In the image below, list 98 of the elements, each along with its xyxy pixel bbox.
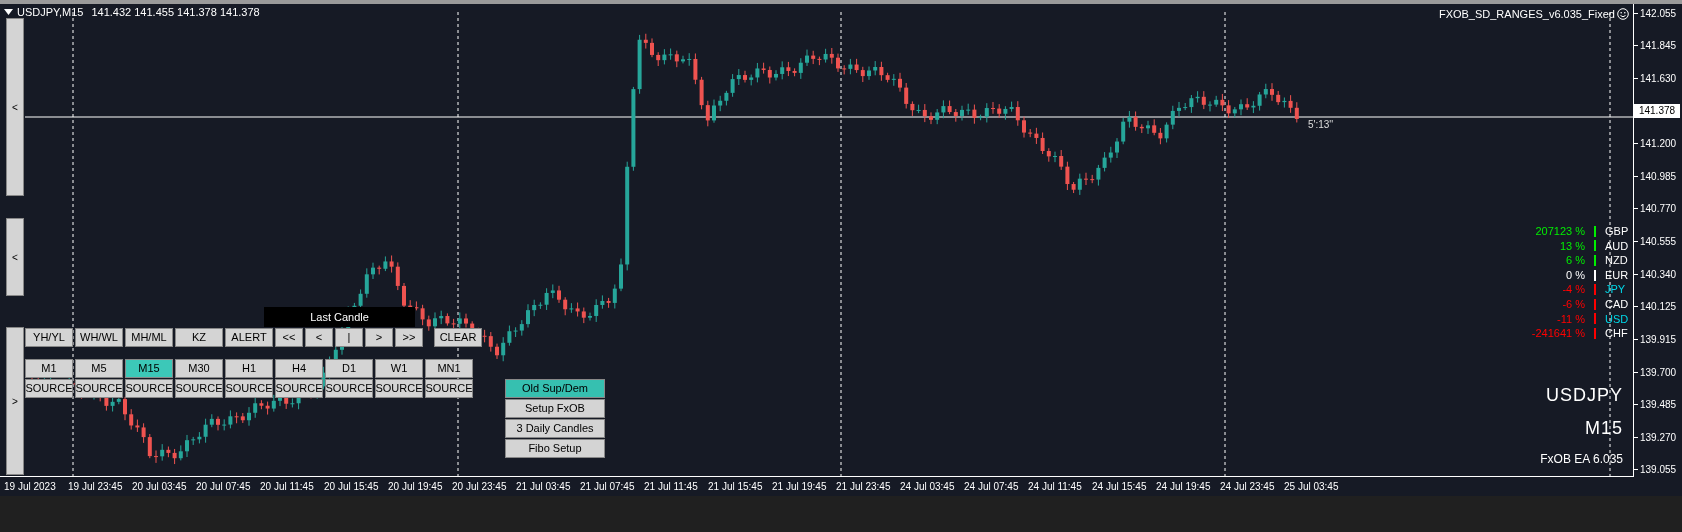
- version-text: FxOB EA 6.035: [1540, 451, 1623, 468]
- price-label: 142.055: [1640, 6, 1677, 21]
- time-label: 20 Jul 15:45: [324, 481, 379, 492]
- price-label: 139.700: [1640, 365, 1677, 380]
- menu-button[interactable]: Setup FxOB: [505, 399, 605, 418]
- strength-value: -241641 %: [1531, 326, 1585, 341]
- side-panel-button[interactable]: >: [6, 327, 24, 475]
- side-panel-button[interactable]: <: [6, 218, 24, 296]
- source-button[interactable]: SOURCE: [275, 379, 323, 398]
- time-label: 24 Jul 03:45: [900, 481, 955, 492]
- currency-code: CAD: [1605, 296, 1627, 312]
- time-label: 21 Jul 07:45: [580, 481, 635, 492]
- tool-button[interactable]: <: [305, 328, 333, 347]
- price-label: 140.985: [1640, 169, 1677, 184]
- time-label: 19 Jul 2023: [4, 481, 56, 492]
- timeframe-button[interactable]: M15: [125, 359, 173, 378]
- price-label: 139.270: [1640, 430, 1677, 445]
- time-label: 20 Jul 11:45: [260, 481, 314, 492]
- currency-code: USD: [1605, 311, 1627, 327]
- currency-code: NZD: [1605, 253, 1627, 268]
- current-price-label: 141.378: [1634, 103, 1680, 118]
- source-button[interactable]: SOURCE: [25, 379, 73, 398]
- time-label: 24 Jul 23:45: [1220, 481, 1275, 492]
- time-label: 21 Jul 15:45: [708, 481, 763, 492]
- tool-button[interactable]: WH/WL: [75, 328, 123, 347]
- tool-button[interactable]: >>: [395, 328, 423, 347]
- price-label: 140.340: [1640, 267, 1677, 282]
- strength-value: 6 %: [1566, 253, 1585, 268]
- time-label: 20 Jul 03:45: [132, 481, 187, 492]
- price-label: 141.200: [1640, 137, 1677, 152]
- time-label: 21 Jul 19:45: [772, 481, 827, 492]
- strength-value: -6 %: [1562, 296, 1585, 312]
- source-button[interactable]: SOURCE: [425, 379, 473, 398]
- time-label: 20 Jul 19:45: [388, 481, 443, 492]
- tool-button[interactable]: YH/YL: [25, 328, 73, 347]
- timeframe-button[interactable]: M30: [175, 359, 223, 378]
- price-label: 139.915: [1640, 332, 1677, 347]
- tool-button[interactable]: <<: [275, 328, 303, 347]
- timeframe-button[interactable]: MN1: [425, 359, 473, 378]
- time-label: 24 Jul 07:45: [964, 481, 1019, 492]
- price-label: 139.055: [1640, 463, 1677, 478]
- countdown-text: 5':13'': [1308, 118, 1334, 132]
- last-candle-label: Last Candle: [264, 307, 415, 327]
- strength-value: 207123 %: [1535, 224, 1585, 239]
- timeframe-button[interactable]: H1: [225, 359, 273, 378]
- indicator-name: FXOB_SD_RANGES_v6.035_Fixed: [1438, 7, 1615, 22]
- currency-code: CHF: [1605, 326, 1627, 341]
- tool-button[interactable]: KZ: [175, 328, 223, 347]
- timeframe-button[interactable]: H4: [275, 359, 323, 378]
- time-label: 21 Jul 11:45: [644, 481, 698, 492]
- menu-button[interactable]: 3 Daily Candles: [505, 419, 605, 438]
- time-label: 21 Jul 23:45: [836, 481, 891, 492]
- dropdown-icon[interactable]: [4, 9, 13, 16]
- timeframe-button[interactable]: M1: [25, 359, 73, 378]
- side-panel-button[interactable]: <: [6, 18, 24, 196]
- source-button[interactable]: SOURCE: [125, 379, 173, 398]
- timeframe-overlay: M15: [1585, 417, 1623, 440]
- strength-value: 13 %: [1559, 238, 1585, 254]
- price-label: 141.845: [1640, 39, 1677, 54]
- time-label: 19 Jul 23:45: [68, 481, 123, 492]
- time-label: 20 Jul 07:45: [196, 481, 251, 492]
- price-label: 141.630: [1640, 71, 1677, 86]
- time-label: 25 Jul 03:45: [1284, 481, 1339, 492]
- symbol-overlay: USDJPY: [1546, 384, 1623, 407]
- strength-value: -4 %: [1562, 282, 1585, 297]
- currency-code: EUR: [1605, 267, 1627, 283]
- symbol-label: USDJPY,M15: [17, 5, 84, 20]
- time-label: 20 Jul 23:45: [452, 481, 507, 492]
- source-button[interactable]: SOURCE: [375, 379, 423, 398]
- price-label: 140.555: [1640, 235, 1677, 249]
- smiley-icon: [1617, 8, 1629, 21]
- source-button[interactable]: SOURCE: [175, 379, 223, 398]
- source-button[interactable]: SOURCE: [225, 379, 273, 398]
- time-label: 24 Jul 19:45: [1156, 481, 1211, 492]
- tool-button[interactable]: >: [365, 328, 393, 347]
- timeframe-button[interactable]: W1: [375, 359, 423, 378]
- source-button[interactable]: SOURCE: [75, 379, 123, 398]
- price-label: 140.125: [1640, 300, 1677, 315]
- menu-button[interactable]: Fibo Setup: [505, 439, 605, 458]
- currency-code: GBP: [1605, 224, 1627, 239]
- tool-button[interactable]: |: [335, 328, 363, 347]
- time-label: 21 Jul 03:45: [516, 481, 571, 492]
- timeframe-button[interactable]: M5: [75, 359, 123, 378]
- quote-text: 141.432 141.455 141.378 141.378: [91, 5, 260, 20]
- tool-button[interactable]: MH/ML: [125, 328, 173, 347]
- time-label: 24 Jul 15:45: [1092, 481, 1147, 492]
- source-button[interactable]: SOURCE: [325, 379, 373, 398]
- price-label: 139.485: [1640, 398, 1677, 413]
- strength-value: -11 %: [1557, 311, 1585, 327]
- menu-button[interactable]: Old Sup/Dem: [505, 379, 605, 398]
- strength-value: 0 %: [1566, 267, 1585, 283]
- price-label: 140.770: [1640, 202, 1677, 217]
- clear-button[interactable]: CLEAR: [434, 328, 482, 347]
- tool-button[interactable]: ALERT: [225, 328, 273, 347]
- currency-code: AUD: [1605, 238, 1627, 254]
- timeframe-button[interactable]: D1: [325, 359, 373, 378]
- time-label: 24 Jul 11:45: [1028, 481, 1082, 492]
- currency-code: JPY: [1605, 282, 1627, 297]
